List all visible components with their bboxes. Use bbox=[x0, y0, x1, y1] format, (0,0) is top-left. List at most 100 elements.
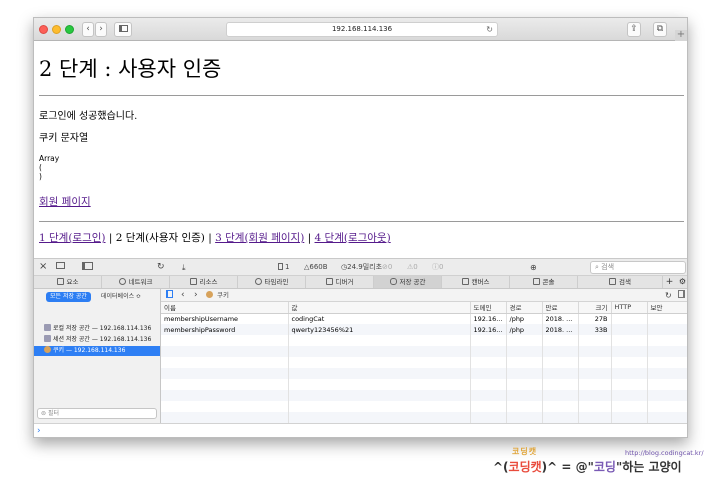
step2-current: 2 단계(사용자 인증) bbox=[115, 232, 205, 244]
watermark-logo: 코딩캣 bbox=[512, 447, 538, 456]
empty-cell bbox=[578, 401, 612, 412]
column-header-domain[interactable]: 도메인 bbox=[470, 302, 507, 314]
table-row[interactable]: membershipUsername codingCat 192.16... /… bbox=[161, 313, 687, 324]
tab-canvas[interactable]: 캔버스 bbox=[442, 276, 510, 288]
empty-cell bbox=[161, 401, 289, 412]
column-header-value[interactable]: 값 bbox=[288, 302, 471, 314]
sidebar-toggle-button[interactable] bbox=[114, 22, 132, 37]
reload-icon[interactable]: ↻ bbox=[486, 23, 493, 36]
empty-cell bbox=[578, 357, 612, 368]
download-icon[interactable]: ⤓ bbox=[182, 262, 186, 273]
tab-search[interactable]: 검색 bbox=[578, 276, 663, 288]
empty-cell bbox=[611, 346, 648, 357]
add-tab-button[interactable]: + bbox=[663, 276, 676, 288]
share-button[interactable]: ⇪ bbox=[627, 22, 641, 37]
tab-console[interactable]: 콘솔 bbox=[510, 276, 578, 288]
column-header-name[interactable]: 이름 bbox=[161, 302, 289, 314]
web-page: 2 단계 : 사용자 인증 로그인에 성공했습니다. 쿠키 문자열 Array … bbox=[34, 41, 687, 258]
cookie-size-cell: 33B bbox=[578, 324, 612, 335]
empty-cell bbox=[578, 412, 612, 423]
step1-link[interactable]: 1 단계(로그인) bbox=[39, 232, 106, 244]
error-count[interactable]: ⊘0 bbox=[382, 262, 392, 273]
back-button[interactable]: ‹ bbox=[82, 22, 94, 37]
database-filter-button[interactable]: 데이터베이스 ≎ bbox=[101, 292, 141, 302]
layout-icon[interactable] bbox=[82, 262, 93, 273]
empty-cell bbox=[611, 368, 648, 379]
column-header-expires[interactable]: 만료 bbox=[542, 302, 579, 314]
column-header-http[interactable]: HTTP bbox=[611, 302, 648, 314]
local-storage-icon bbox=[44, 324, 51, 331]
empty-cell bbox=[288, 346, 471, 357]
refresh-icon[interactable]: ↻ bbox=[665, 289, 672, 302]
empty-cell bbox=[470, 412, 507, 423]
sidebar-item-cookies[interactable]: 쿠키 — 192.168.114.136 bbox=[34, 346, 160, 356]
new-tab-button[interactable]: + bbox=[675, 30, 687, 41]
settings-gear-icon[interactable]: ⚙ bbox=[676, 276, 687, 288]
element-picker-icon[interactable]: ⊕ bbox=[530, 262, 537, 273]
sidebar-item-local-storage[interactable]: 로컬 저장 공간 — 192.168.114.136 bbox=[34, 324, 160, 334]
tab-debugger[interactable]: 디버거 bbox=[306, 276, 374, 288]
empty-cell bbox=[647, 346, 687, 357]
member-page-link[interactable]: 회원 페이지 bbox=[39, 194, 91, 209]
cookie-http-cell bbox=[611, 324, 648, 335]
browser-window: ‹ › 192.168.114.136 ↻ ⇪ ⧉ + 2 단계 : 사용자 인… bbox=[33, 17, 688, 438]
empty-cell bbox=[506, 346, 543, 357]
tab-elements[interactable]: 요소 bbox=[34, 276, 102, 288]
forward-icon[interactable]: › bbox=[194, 289, 198, 302]
empty-cell bbox=[647, 401, 687, 412]
cookie-value-cell: qwerty123456%21 bbox=[288, 324, 471, 335]
transfer-size: △660B bbox=[304, 263, 328, 271]
empty-cell bbox=[611, 357, 648, 368]
column-header-path[interactable]: 경로 bbox=[506, 302, 543, 314]
path-label: 쿠키 bbox=[217, 291, 229, 299]
cookie-table-panel: ‹ › 쿠키 ↻ 이름 값 도메인 경로 만료 크기 HTTP 보안 membe… bbox=[161, 289, 687, 423]
inspector-search-input[interactable]: ⌕ 검색 bbox=[590, 261, 686, 274]
column-header-secure[interactable]: 보안 bbox=[647, 302, 687, 314]
empty-cell bbox=[506, 368, 543, 379]
minimize-window-button[interactable] bbox=[52, 25, 61, 34]
back-icon[interactable]: ‹ bbox=[181, 289, 185, 302]
empty-cell bbox=[647, 368, 687, 379]
maximize-window-button[interactable] bbox=[65, 25, 74, 34]
close-inspector-icon[interactable]: × bbox=[39, 262, 47, 273]
empty-cell bbox=[542, 357, 579, 368]
tab-storage[interactable]: 저장 공간 bbox=[374, 276, 442, 288]
console-prompt-input[interactable]: › bbox=[34, 423, 687, 437]
empty-cell bbox=[611, 401, 648, 412]
empty-cell bbox=[161, 368, 289, 379]
tab-network[interactable]: 네트워크 bbox=[102, 276, 170, 288]
empty-table-row bbox=[161, 335, 687, 346]
sidebar-item-session-storage[interactable]: 세션 저장 공간 — 192.168.114.136 bbox=[34, 335, 160, 345]
all-storage-button[interactable]: 모든 저장 공간 bbox=[46, 292, 91, 302]
empty-cell bbox=[647, 412, 687, 423]
tab-timeline[interactable]: 타임라인 bbox=[238, 276, 306, 288]
address-bar[interactable]: 192.168.114.136 ↻ bbox=[226, 22, 498, 37]
warning-count[interactable]: ⚠0 bbox=[407, 262, 418, 273]
close-window-button[interactable] bbox=[39, 25, 48, 34]
log-count[interactable]: ⓘ0 bbox=[432, 262, 443, 273]
sidebar-icon bbox=[118, 25, 128, 32]
table-header-row: 이름 값 도메인 경로 만료 크기 HTTP 보안 bbox=[161, 302, 687, 314]
step3-link[interactable]: 3 단계(회원 페이지) bbox=[215, 232, 304, 244]
forward-button[interactable]: › bbox=[95, 22, 107, 37]
step4-link[interactable]: 4 단계(로그아웃) bbox=[315, 232, 391, 244]
array-dump: Array ( ) bbox=[39, 154, 59, 181]
column-header-size[interactable]: 크기 bbox=[578, 302, 612, 314]
show-tabs-button[interactable]: ⧉ bbox=[653, 22, 667, 37]
empty-cell bbox=[611, 379, 648, 390]
empty-cell bbox=[470, 368, 507, 379]
cookie-domain-cell: 192.16... bbox=[470, 324, 507, 335]
table-row[interactable]: membershipPassword qwerty123456%21 192.1… bbox=[161, 324, 687, 335]
empty-table-row bbox=[161, 401, 687, 412]
details-sidebar-icon[interactable] bbox=[678, 289, 685, 302]
empty-cell bbox=[506, 401, 543, 412]
reload-page-icon[interactable]: ↻ bbox=[157, 262, 165, 273]
canvas-icon bbox=[461, 278, 469, 285]
tab-resources[interactable]: 리소스 bbox=[170, 276, 238, 288]
empty-cell bbox=[542, 401, 579, 412]
empty-cell bbox=[611, 412, 648, 423]
empty-table-row bbox=[161, 357, 687, 368]
dock-icon[interactable] bbox=[56, 262, 65, 273]
navigation-sidebar-icon[interactable] bbox=[166, 289, 173, 302]
sidebar-filter-input[interactable]: ⊜ 필터 bbox=[37, 408, 157, 419]
